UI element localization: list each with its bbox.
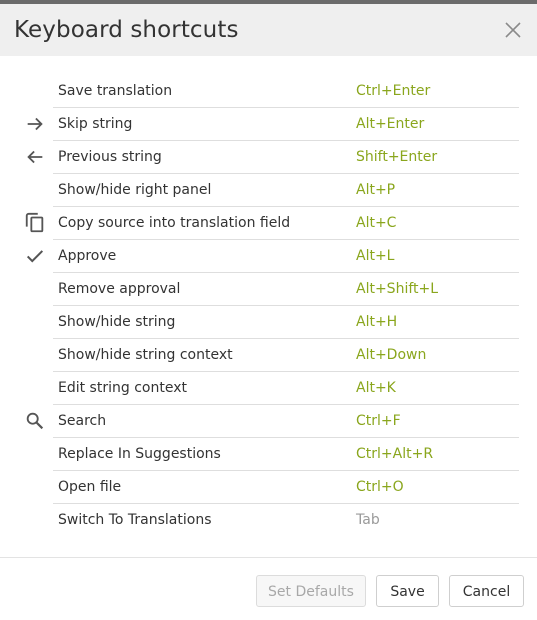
shortcut-label: Show/hide string [58,314,176,330]
shortcut-key[interactable]: Alt+K [356,380,396,396]
arrow-right-icon [27,117,43,131]
shortcut-row-switch-to-translations[interactable]: Switch To Translations Tab [0,504,537,537]
shortcut-label: Skip string [58,116,133,132]
shortcut-row-replace-in-suggestions[interactable]: Replace In Suggestions Ctrl+Alt+R [0,438,537,471]
shortcut-row-skip-string[interactable]: Skip string Alt+Enter [0,108,537,141]
shortcut-row-save-translation[interactable]: Save translation Ctrl+Enter [0,75,537,108]
shortcuts-list: Save translation Ctrl+Enter Skip string … [0,75,537,537]
shortcut-key[interactable]: Shift+Enter [356,149,437,165]
shortcut-row-show-hide-right-panel[interactable]: Show/hide right panel Alt+P [0,174,537,207]
shortcut-key[interactable]: Ctrl+Alt+R [356,446,433,462]
shortcut-row-show-hide-string-context[interactable]: Show/hide string context Alt+Down [0,339,537,372]
shortcut-label: Open file [58,479,122,495]
shortcut-row-edit-string-context[interactable]: Edit string context Alt+K [0,372,537,405]
dialog-title: Keyboard shortcuts [14,17,239,43]
cancel-button[interactable]: Cancel [449,575,524,607]
shortcut-row-copy-source[interactable]: Copy source into translation field Alt+C [0,207,537,240]
shortcut-key[interactable]: Ctrl+Enter [356,83,430,99]
shortcut-label: Show/hide right panel [58,182,212,198]
dialog-header: Keyboard shortcuts [0,4,537,56]
shortcut-key[interactable]: Alt+C [356,215,396,231]
copy-icon [25,212,44,233]
shortcut-key[interactable]: Ctrl+F [356,413,401,429]
shortcut-key[interactable]: Alt+H [356,314,397,330]
shortcut-label: Search [58,413,107,429]
shortcut-label: Approve [58,248,117,264]
shortcut-key[interactable]: Ctrl+O [356,479,404,495]
shortcut-row-previous-string[interactable]: Previous string Shift+Enter [0,141,537,174]
shortcut-key[interactable]: Tab [356,512,380,528]
shortcut-row-show-hide-string[interactable]: Show/hide string Alt+H [0,306,537,339]
shortcut-label: Show/hide string context [58,347,233,363]
shortcut-key[interactable]: Alt+P [356,182,395,198]
shortcut-label: Copy source into translation field [58,215,291,231]
shortcut-label: Replace In Suggestions [58,446,221,462]
search-icon [26,412,44,430]
arrow-left-icon [27,150,43,164]
close-icon[interactable] [505,22,521,38]
footer-divider [0,557,537,558]
shortcut-label: Edit string context [58,380,187,396]
set-defaults-button[interactable]: Set Defaults [256,575,366,607]
shortcut-label: Previous string [58,149,162,165]
shortcut-row-open-file[interactable]: Open file Ctrl+O [0,471,537,504]
shortcut-row-approve[interactable]: Approve Alt+L [0,240,537,273]
shortcut-key[interactable]: Alt+Enter [356,116,424,132]
shortcut-key[interactable]: Alt+L [356,248,395,264]
shortcut-key[interactable]: Alt+Down [356,347,426,363]
keyboard-shortcuts-dialog: Keyboard shortcuts Save translation Ctrl… [0,0,537,620]
shortcut-label: Switch To Translations [58,512,212,528]
shortcut-label: Save translation [58,83,173,99]
checkmark-icon [26,250,44,263]
save-button[interactable]: Save [376,575,439,607]
shortcut-row-search[interactable]: Search Ctrl+F [0,405,537,438]
shortcut-label: Remove approval [58,281,181,297]
shortcut-key[interactable]: Alt+Shift+L [356,281,438,297]
shortcut-row-remove-approval[interactable]: Remove approval Alt+Shift+L [0,273,537,306]
